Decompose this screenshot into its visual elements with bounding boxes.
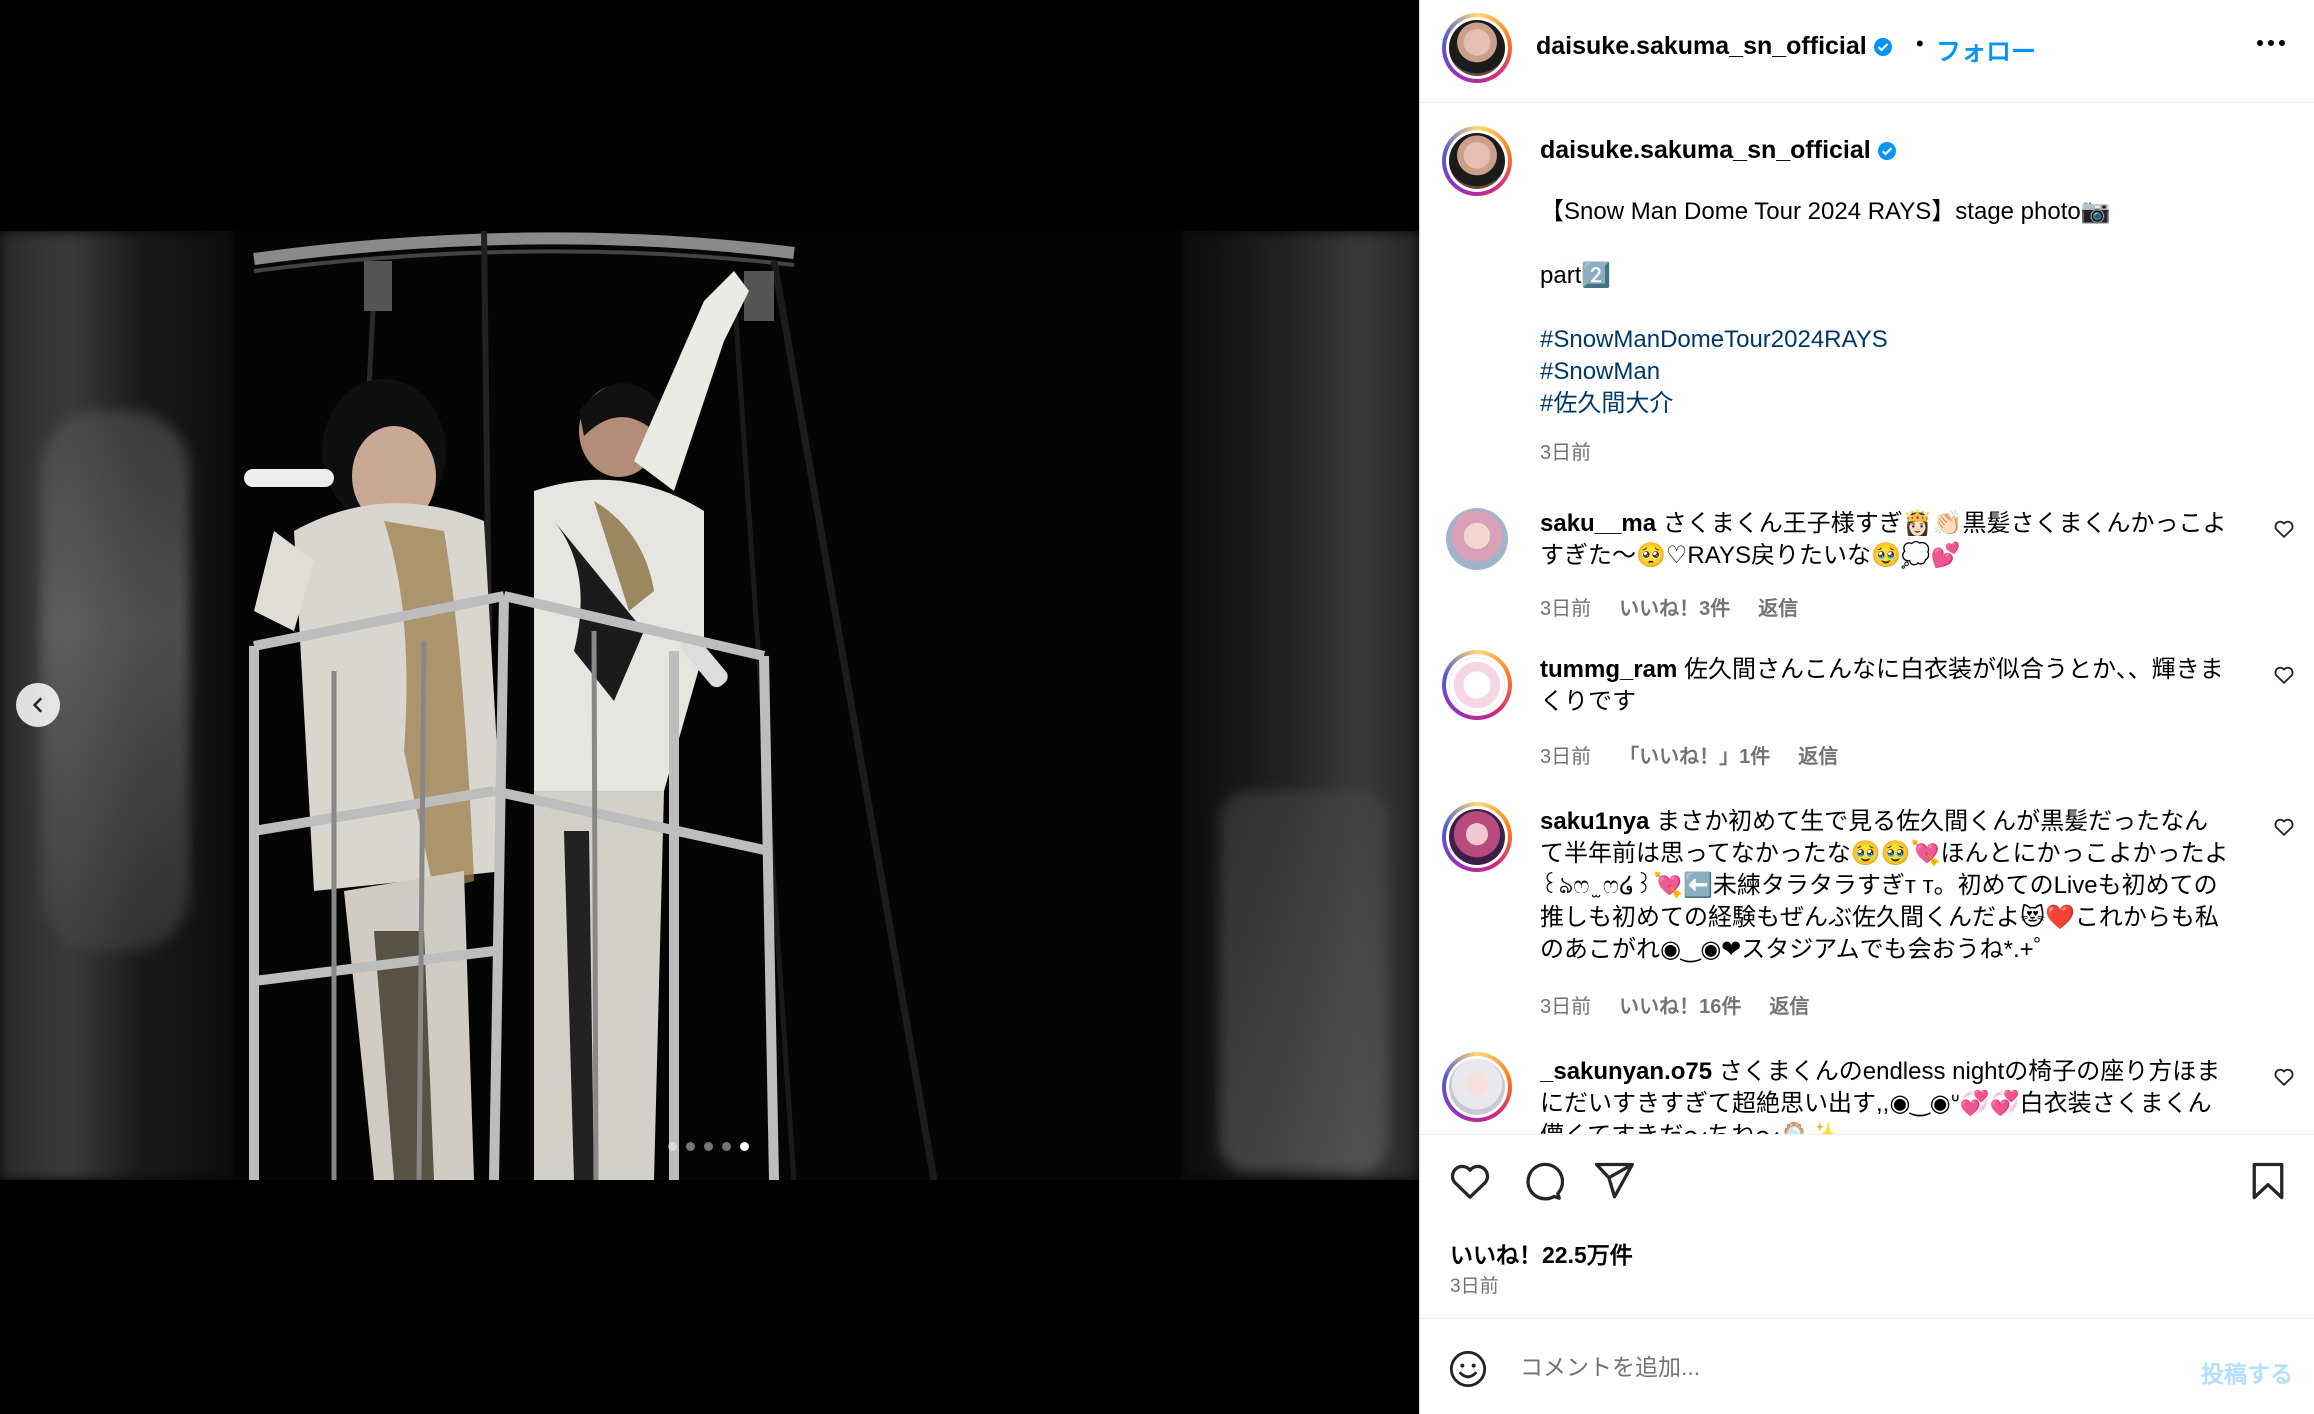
comment-avatar[interactable] (1442, 1052, 1512, 1122)
comment-time[interactable]: 3日前 (1540, 592, 1591, 621)
media-pane (0, 0, 1419, 1414)
action-bar: いいね！22.5万件 (1420, 1134, 2314, 1274)
hashtag-link[interactable]: #SnowMan (1540, 356, 2260, 388)
avatar[interactable] (1442, 13, 1512, 83)
caption-line (1540, 292, 2260, 324)
caption-timestamp[interactable]: 3日前 (1540, 436, 1591, 465)
share-icon[interactable] (1592, 1159, 1636, 1203)
comment-body: saku1nya まさか初めて生で見る佐久間くんが黒髪だったなんて半年前は思って… (1540, 806, 2230, 966)
verified-icon (1877, 142, 1896, 160)
carousel-indicator (668, 1142, 749, 1151)
caption-username[interactable]: daisuke.sakuma_sn_official (1540, 136, 1897, 165)
reply-button[interactable]: 返信 (1758, 592, 1798, 621)
hashtag-link[interactable]: #佐久間大介 (1540, 388, 2260, 420)
more-icon-dot (2268, 40, 2274, 46)
comment-meta: 3日前 いいね！16件 返信 (1540, 990, 1809, 1019)
caption-line: 【Snow Man Dome Tour 2024 RAYS】stage phot… (1540, 198, 2111, 225)
comment-body: tummg_ram 佐久間さんこんなに白衣装が似合うとか、、輝きまくりです (1540, 654, 2230, 718)
post-panel: daisuke.sakuma_sn_official • フォロー daisuk… (1419, 0, 2314, 1414)
comment-likes[interactable]: いいね！3件 (1619, 592, 1730, 621)
stage-photo (234, 231, 1181, 1180)
carousel-dot (686, 1142, 695, 1151)
hashtag-link[interactable]: #SnowManDomeTour2024RAYS (1540, 324, 2260, 356)
carousel-dot (668, 1142, 677, 1151)
verified-icon (1873, 38, 1892, 56)
comment-username[interactable]: saku1nya (1540, 808, 1649, 835)
separator-dot: • (1916, 31, 1924, 56)
comment-username[interactable]: tummg_ram (1540, 656, 1677, 683)
post-comment-button[interactable]: 投稿する (2201, 1355, 2293, 1389)
post-timestamp[interactable]: 3日前 (1450, 1271, 1499, 1298)
carousel-dot (722, 1142, 731, 1151)
comment-meta: 3日前 いいね！3件 返信 (1540, 592, 1798, 621)
comment-username[interactable]: _sakunyan.o75 (1540, 1058, 1712, 1085)
reply-button[interactable]: 返信 (1798, 740, 1838, 769)
comment-body: saku__ma さくまくん王子様すぎ👸🏻👏🏻黒髪さくまくんかっこよすぎた〜🥺♡… (1540, 508, 2230, 572)
carousel-dot (704, 1142, 713, 1151)
chevron-left-icon (33, 697, 42, 713)
caption-line (1540, 228, 2260, 260)
comment-icon[interactable] (1520, 1159, 1564, 1203)
more-icon (2257, 40, 2263, 46)
comment-input[interactable] (1520, 1341, 2160, 1393)
comment-likes[interactable]: いいね！16件 (1619, 990, 1741, 1019)
comment-likes[interactable]: 「いいね！」1件 (1619, 740, 1770, 769)
comment-like-heart-icon[interactable] (2273, 518, 2295, 540)
follow-button[interactable]: フォロー (1936, 32, 2036, 68)
comment-time[interactable]: 3日前 (1540, 740, 1591, 769)
more-icon-dot (2279, 40, 2285, 46)
comment-meta: 3日前 「いいね！」1件 返信 (1540, 740, 1838, 769)
comment-body: _sakunyan.o75 さくまくんのendless nightの椅子の座り方… (1540, 1056, 2230, 1134)
comment-like-heart-icon[interactable] (2273, 1066, 2295, 1088)
post-photo (0, 231, 1419, 1180)
comment-time[interactable]: 3日前 (1540, 990, 1591, 1019)
comment-like-heart-icon[interactable] (2273, 664, 2295, 686)
like-count[interactable]: いいね！22.5万件 (1450, 1236, 1633, 1270)
comment-username[interactable]: saku__ma (1540, 510, 1656, 537)
comments-scroll-area[interactable]: daisuke.sakuma_sn_official 【Snow Man Dom… (1420, 104, 2314, 1134)
bookmark-icon[interactable] (2246, 1159, 2290, 1203)
username-text[interactable]: daisuke.sakuma_sn_official (1540, 136, 1871, 164)
previous-slide-button[interactable] (16, 683, 60, 727)
more-options-button[interactable] (2257, 40, 2285, 46)
heart-icon[interactable] (1448, 1159, 1492, 1203)
comment-like-heart-icon[interactable] (2273, 816, 2295, 838)
comment-avatar[interactable] (1442, 802, 1512, 872)
caption-text: 【Snow Man Dome Tour 2024 RAYS】stage phot… (1540, 196, 2260, 420)
emoji-icon[interactable] (1448, 1349, 1488, 1389)
carousel-dot (740, 1142, 749, 1151)
caption-line: part2️⃣ (1540, 262, 1612, 289)
photo-blur-right (1179, 231, 1419, 1180)
header-username[interactable]: daisuke.sakuma_sn_official (1536, 32, 1893, 61)
comment-avatar[interactable] (1442, 504, 1512, 574)
caption-avatar[interactable] (1442, 126, 1512, 196)
comment-avatar[interactable] (1442, 650, 1512, 720)
post-header: daisuke.sakuma_sn_official • フォロー (1420, 0, 2314, 103)
username-text[interactable]: daisuke.sakuma_sn_official (1536, 32, 1867, 60)
reply-button[interactable]: 返信 (1769, 990, 1809, 1019)
comment-composer: 投稿する (1420, 1318, 2314, 1414)
